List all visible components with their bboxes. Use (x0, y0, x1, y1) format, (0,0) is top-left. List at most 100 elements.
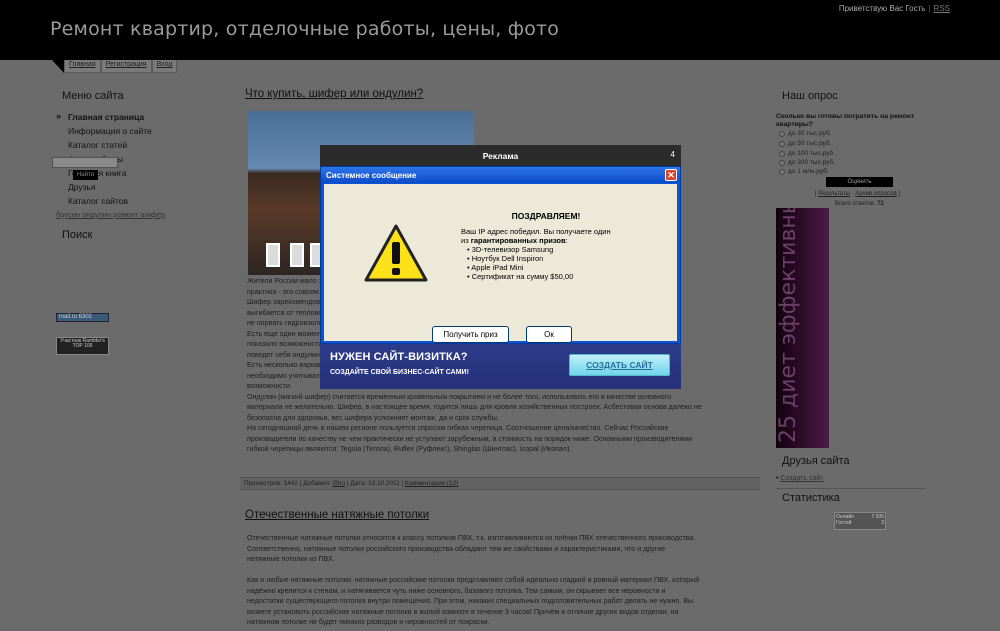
poll-option-label: до 300 тыс.руб. (788, 159, 835, 166)
text-line: можете установить российские натяжные по… (247, 607, 679, 616)
nav-corner (52, 60, 64, 73)
create-site-link[interactable]: Создать сайт (780, 475, 823, 482)
warning-icon (364, 224, 428, 282)
right-sidebar: Наш опрос (776, 90, 926, 102)
message-suffix: : (565, 236, 568, 245)
poll-total-label: Всего ответов: (835, 201, 876, 207)
dialog-body: ПОЗДРАВЛЯЕМ! Ваш IP адрес победил. Вы по… (324, 184, 677, 343)
search-title: Поиск (62, 229, 93, 241)
poll-option-label: до 30 тыс.руб. (788, 130, 832, 137)
text-line: материала не желательно. Шифер, в настоя… (247, 403, 702, 411)
post-comments-link[interactable]: Комментарии (12) (405, 480, 458, 487)
text-line: безопасна для здоровья, вес шифера услож… (247, 413, 499, 422)
search-input[interactable] (52, 157, 118, 168)
vote-button[interactable]: Оценить (826, 177, 893, 187)
message-bold: гарантированных призов (470, 236, 566, 245)
dialog-message: ПОЗДРАВЛЯЕМ! Ваш IP адрес победил. Вы по… (461, 211, 661, 282)
friends-item[interactable]: Создать сайт (776, 475, 823, 482)
post-footer: Просмотров: 1442 | Добавил: 29ru | Дата:… (240, 477, 760, 490)
text-line: Ондулин (мягкий шифер) считается временн… (247, 392, 672, 401)
radio-icon[interactable] (779, 159, 785, 166)
friends-title: Друзья сайта (782, 455, 850, 467)
text-line: гибкой черепицы являются: Tegola (Тегола… (247, 445, 572, 453)
ad-header-title: Реклама (482, 151, 519, 161)
post-views: Просмотров: 1442 (244, 480, 298, 487)
menu-item-site-catalog[interactable]: Каталог сайтов (56, 196, 176, 210)
menu-item-friends[interactable]: Друзья (56, 182, 176, 196)
message-line: Ваш IP адрес победил. Вы получаете один (461, 227, 611, 236)
diet-banner-ad[interactable]: 25 диет эффективных (776, 208, 829, 448)
top-nav: Главная Регистрация Вход (52, 60, 178, 73)
text-line: натяжные потолки из ПВХ. (247, 555, 335, 563)
rambler-counter[interactable]: Участник Rambler's TOP 100 (56, 337, 109, 355)
ad-countdown: 4 (670, 150, 675, 159)
tag-cloud-link[interactable]: брусин ондулин ремонт шифер (56, 210, 176, 219)
congrats-text: ПОЗДРАВЛЯЕМ! (511, 211, 581, 221)
stats-title: Статистика (782, 492, 840, 504)
rss-link[interactable]: RSS (934, 4, 950, 13)
radio-icon[interactable] (779, 168, 785, 175)
poll-option[interactable]: до 100 тыс.руб . (779, 150, 837, 157)
poll-option[interactable]: до 30 тыс.руб. (779, 130, 831, 137)
poll-option-label: до 100 тыс.руб . (788, 150, 837, 157)
radio-icon[interactable] (779, 130, 785, 137)
nav-tab-home[interactable]: Главная (64, 60, 101, 73)
post-title[interactable]: Что купить, шифер или ондулин? (245, 88, 423, 100)
poll-total-value: 72 (877, 201, 884, 207)
message-prefix: из (461, 236, 469, 245)
photo-window (290, 243, 304, 267)
text-line: надёжно крепится к стенам, и натягиваетс… (247, 586, 666, 595)
prize-item: Apple iPad Mini (467, 263, 661, 272)
menu-item-home[interactable]: Главная страница (56, 111, 176, 126)
text-line: Соответственно, натяжные потолки российс… (247, 544, 666, 553)
site-title[interactable]: Ремонт квартир, отделочные работы, цены,… (50, 18, 559, 40)
text-line: недостатки существующего потолка внутри … (247, 597, 694, 605)
post-added-label: Добавил: (303, 480, 331, 487)
create-site-button[interactable]: СОЗДАТЬ САЙТ (569, 354, 670, 376)
poll-archive-link[interactable]: Архив опросов (855, 191, 896, 197)
text-line: производители по качеству не чем практич… (247, 434, 693, 443)
radio-icon[interactable] (779, 150, 785, 157)
stats-counter[interactable]: Онлайн 7 035 Гостей 3 (834, 512, 886, 530)
promo-banner[interactable]: НУЖЕН САЙТ-ВИЗИТКА? СОЗДАЙТЕ СВОЙ БИЗНЕС… (320, 344, 681, 389)
promo-subtitle: СОЗДАЙТЕ СВОЙ БИЗНЕС-САЙТ САМИ! (330, 369, 469, 376)
text-line: Как и любые натяжные потолки, натяжные р… (247, 576, 700, 584)
prize-item: Сертификат на сумму $50,00 (467, 272, 661, 281)
divider (776, 488, 926, 489)
text-line: Отечественные натяжные потолки относятся… (247, 534, 696, 542)
stats-label: Гостей (836, 520, 852, 526)
photo-window (266, 243, 280, 267)
poll-option[interactable]: до 300 тыс.руб. (779, 159, 835, 166)
menu-title: Меню сайта (62, 90, 124, 102)
nav-tab-register[interactable]: Регистрация (100, 60, 152, 73)
mailru-counter[interactable]: mail.ru 6302 (56, 313, 109, 322)
poll-option[interactable]: до 1 млн.руб. (779, 168, 829, 175)
poll-option-label: до 50 тыс.руб. (788, 140, 832, 147)
ok-button[interactable]: Ок (526, 326, 572, 343)
get-prize-button[interactable]: Получить приз (432, 326, 509, 343)
poll-option-label: до 1 млн.руб. (788, 168, 829, 175)
search-button[interactable]: Найти (73, 170, 98, 180)
prize-item: 3D-телевизор Samsung (467, 245, 661, 254)
prize-item: Ноутбук Dell Inspiron (467, 254, 661, 263)
ad-header: Реклама 4 (320, 145, 681, 167)
post-title[interactable]: Отечественные натяжные потолки (245, 509, 429, 521)
text-line: На сегодняшний день в нашем регионе поль… (247, 424, 669, 432)
close-icon[interactable]: ✕ (665, 169, 677, 181)
greeting-separator: | (928, 4, 931, 13)
radio-icon[interactable] (779, 140, 785, 147)
post-author-link[interactable]: 29ru (332, 480, 345, 487)
text-line: возможности. (247, 382, 292, 390)
text-line: натяжном потолке не будет никаких развод… (247, 618, 490, 626)
menu-item-about[interactable]: Информация о сайте (56, 126, 176, 140)
poll-option[interactable]: до 50 тыс.руб. (779, 140, 831, 147)
poll-results-link[interactable]: Результаты (818, 191, 850, 197)
promo-title: НУЖЕН САЙТ-ВИЗИТКА? (330, 351, 468, 363)
poll-links: [ Результаты · Архив опросов ] (815, 191, 900, 197)
menu-item-articles[interactable]: Каталог статей (56, 140, 176, 154)
poll-question: Сколько вы готовы потратить на ремонт кв… (776, 113, 915, 128)
poll-title: Наш опрос (782, 90, 838, 102)
nav-tab-login[interactable]: Вход (151, 60, 178, 73)
stats-value: 3 (881, 520, 884, 526)
greeting-text: Приветствую Вас Гость (838, 4, 926, 13)
